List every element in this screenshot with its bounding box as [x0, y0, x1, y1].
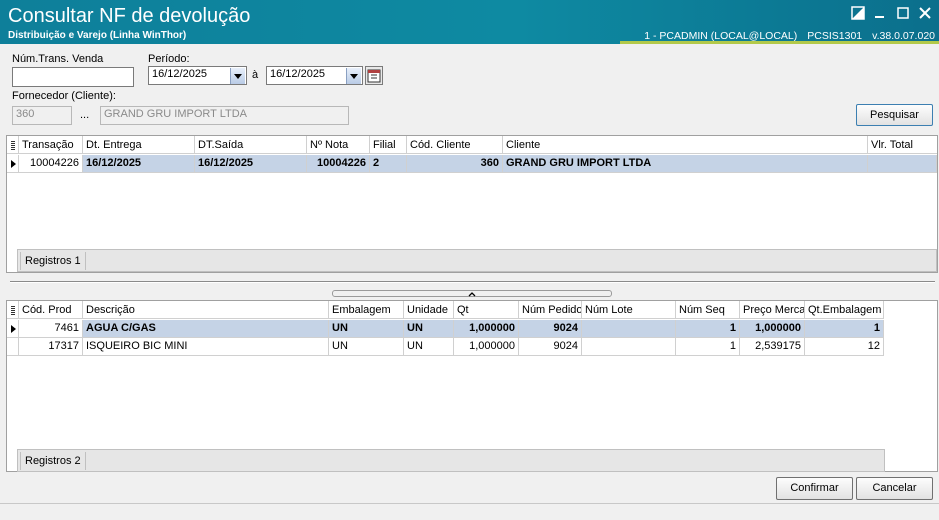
splitter-line — [10, 281, 935, 283]
cell-qt[interactable]: 1,000000 — [454, 338, 519, 356]
cell-num-seq[interactable]: 1 — [676, 338, 740, 356]
col-dt-saida[interactable]: DT.Saída — [195, 136, 307, 154]
cell-qt[interactable]: 1,000000 — [454, 320, 519, 338]
col-qt[interactable]: Qt — [454, 301, 519, 319]
cell-descricao[interactable]: ISQUEIRO BIC MINI — [83, 338, 329, 356]
cell-unidade[interactable]: UN — [404, 320, 454, 338]
col-unidade[interactable]: Unidade — [404, 301, 454, 319]
col-filial[interactable]: Filial — [370, 136, 407, 154]
cell-transacao[interactable]: 10004226 — [19, 155, 83, 173]
cell-vlr-total[interactable] — [868, 155, 937, 173]
calendar-icon[interactable] — [365, 66, 383, 85]
cancel-button[interactable]: Cancelar — [856, 477, 933, 500]
col-cod-cliente[interactable]: Cód. Cliente — [407, 136, 503, 154]
column-chooser-icon[interactable] — [7, 136, 19, 154]
records-count-1: Registros 1 — [20, 252, 86, 270]
accent-stripe — [620, 41, 939, 44]
period-label: Período: — [148, 53, 190, 65]
bottom-divider — [0, 503, 939, 504]
records-count-2: Registros 2 — [20, 452, 86, 470]
date-end-dropdown[interactable] — [346, 68, 361, 84]
maximize-icon[interactable] — [896, 6, 910, 20]
cell-qt-embalagem[interactable]: 1 — [805, 320, 884, 338]
restore-layout-icon[interactable] — [851, 6, 865, 20]
cell-dt-entrega[interactable]: 16/12/2025 — [83, 155, 195, 173]
row-indicator-icon — [7, 155, 19, 173]
supplier-code-field: 360 — [12, 106, 72, 125]
column-chooser-icon[interactable] — [7, 301, 19, 319]
supplier-name-field: GRAND GRU IMPORT LTDA — [100, 106, 349, 125]
col-transacao[interactable]: Transação — [19, 136, 83, 154]
col-vlr-total[interactable]: Vlr. Total — [868, 136, 937, 154]
cell-embalagem[interactable]: UN — [329, 338, 404, 356]
date-start-value: 16/12/2025 — [152, 68, 208, 80]
cell-num-lote[interactable] — [582, 338, 676, 356]
cell-qt-embalagem[interactable]: 12 — [805, 338, 884, 356]
cell-descricao[interactable]: AGUA C/GAS — [83, 320, 329, 338]
date-start-dropdown[interactable] — [230, 68, 245, 84]
chevron-up-icon[interactable] — [465, 290, 479, 298]
cell-cod-prod[interactable]: 17317 — [19, 338, 83, 356]
col-cod-prod[interactable]: Cód. Prod — [19, 301, 83, 319]
col-qt-embalagem[interactable]: Qt.Embalagem — [805, 301, 884, 319]
row-indicator — [7, 338, 19, 356]
cell-embalagem[interactable]: UN — [329, 320, 404, 338]
cell-num-nota[interactable]: 10004226 — [307, 155, 370, 173]
cell-preco-merca[interactable]: 2,539175 — [740, 338, 805, 356]
close-icon[interactable] — [918, 6, 932, 20]
invoice-grid-footer: Registros 1 — [17, 249, 937, 272]
cell-num-lote[interactable] — [582, 320, 676, 338]
invoice-grid: Transação Dt. Entrega DT.Saída Nº Nota F… — [6, 135, 938, 273]
date-end-value: 16/12/2025 — [270, 68, 326, 80]
title-bar: Consultar NF de devolução Distribuição e… — [0, 0, 939, 44]
col-dt-entrega[interactable]: Dt. Entrega — [83, 136, 195, 154]
table-row[interactable]: 10004226 16/12/2025 16/12/2025 10004226 … — [7, 155, 937, 173]
cell-num-pedido[interactable]: 9024 — [519, 338, 582, 356]
search-button[interactable]: Pesquisar — [856, 104, 933, 126]
window-title: Consultar NF de devolução — [8, 5, 251, 27]
date-separator: à — [252, 69, 259, 81]
table-row[interactable]: 7461 AGUA C/GAS UN UN 1,000000 9024 1 1,… — [7, 320, 884, 338]
supplier-lookup-button[interactable]: ... — [80, 109, 89, 121]
row-indicator-icon — [7, 320, 19, 338]
trans-input[interactable] — [12, 67, 134, 87]
supplier-label: Fornecedor (Cliente): — [12, 90, 116, 102]
product-grid-footer: Registros 2 — [17, 449, 885, 472]
col-num-seq[interactable]: Núm Seq — [676, 301, 740, 319]
col-preco-merca[interactable]: Preço Merca — [740, 301, 805, 319]
col-num-nota[interactable]: Nº Nota — [307, 136, 370, 154]
cell-dt-saida[interactable]: 16/12/2025 — [195, 155, 307, 173]
date-start-input[interactable]: 16/12/2025 — [148, 66, 247, 85]
col-descricao[interactable]: Descrição — [83, 301, 329, 319]
cell-cod-cliente[interactable]: 360 — [407, 155, 503, 173]
date-end-input[interactable]: 16/12/2025 — [266, 66, 363, 85]
product-grid-header: Cód. Prod Descrição Embalagem Unidade Qt… — [7, 301, 884, 319]
product-grid: Cód. Prod Descrição Embalagem Unidade Qt… — [6, 300, 938, 472]
cell-num-seq[interactable]: 1 — [676, 320, 740, 338]
minimize-icon[interactable] — [873, 6, 887, 20]
cell-unidade[interactable]: UN — [404, 338, 454, 356]
trans-label: Núm.Trans. Venda — [12, 53, 104, 65]
col-cliente[interactable]: Cliente — [503, 136, 868, 154]
window-subtitle: Distribuição e Varejo (Linha WinThor) — [8, 30, 187, 41]
confirm-button[interactable]: Confirmar — [776, 477, 853, 500]
cell-cliente[interactable]: GRAND GRU IMPORT LTDA — [503, 155, 868, 173]
table-row[interactable]: 17317 ISQUEIRO BIC MINI UN UN 1,000000 9… — [7, 338, 884, 356]
cell-filial[interactable]: 2 — [370, 155, 407, 173]
cell-num-pedido[interactable]: 9024 — [519, 320, 582, 338]
col-num-lote[interactable]: Núm Lote — [582, 301, 676, 319]
cell-cod-prod[interactable]: 7461 — [19, 320, 83, 338]
cell-preco-merca[interactable]: 1,000000 — [740, 320, 805, 338]
invoice-grid-header: Transação Dt. Entrega DT.Saída Nº Nota F… — [7, 136, 937, 154]
col-num-pedido[interactable]: Núm Pedido — [519, 301, 582, 319]
col-embalagem[interactable]: Embalagem — [329, 301, 404, 319]
